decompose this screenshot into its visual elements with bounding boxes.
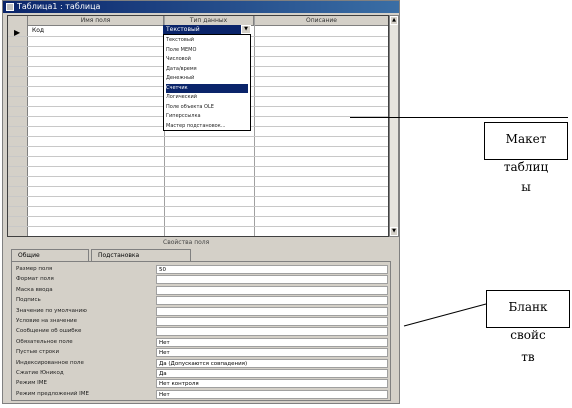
- table-row[interactable]: [8, 176, 388, 177]
- data-type-option[interactable]: Дата/время: [166, 65, 248, 74]
- props-callout-text-2: свойс: [510, 328, 546, 342]
- field-properties-label: Свойства поля: [163, 239, 210, 246]
- current-row-arrow-icon: ▶: [14, 28, 21, 37]
- grid-vertical-scrollbar[interactable]: ▲ ▼: [389, 15, 399, 237]
- column-header-description: Описание: [254, 16, 388, 26]
- layout-callout-text-3: ы: [521, 180, 531, 194]
- table-row[interactable]: [8, 226, 388, 227]
- property-value-field[interactable]: [156, 306, 388, 316]
- property-label: Сообщение об ошибке: [16, 328, 82, 335]
- property-value-field[interactable]: Нет контроля: [156, 379, 388, 389]
- property-value-field[interactable]: Да: [156, 369, 388, 378]
- property-label: Пустые строки: [16, 349, 60, 356]
- table-row[interactable]: [8, 156, 388, 157]
- property-value-field[interactable]: Нет: [156, 337, 388, 347]
- table-icon: [6, 3, 14, 11]
- props-callout-box: Бланк: [486, 290, 570, 328]
- callout-pointer-line: [350, 117, 568, 118]
- table-row[interactable]: [8, 186, 388, 187]
- scroll-up-icon[interactable]: ▲: [390, 16, 398, 25]
- chevron-down-icon[interactable]: ▼: [241, 25, 251, 34]
- property-value-field[interactable]: Нет: [156, 348, 388, 358]
- table-row[interactable]: [8, 196, 388, 197]
- property-label: Условие на значение: [16, 318, 77, 324]
- tab-lookup[interactable]: Подстановка: [91, 249, 191, 261]
- table-row[interactable]: [8, 236, 388, 237]
- property-label: Режим IME: [16, 380, 47, 387]
- property-label: Подпись: [16, 297, 41, 304]
- table-row[interactable]: [8, 136, 388, 137]
- field-name-cell[interactable]: Код: [32, 27, 44, 34]
- field-properties-panel: Размер поля 50 Формат поля Маска ввода Подпи…: [11, 261, 391, 401]
- data-type-option[interactable]: Логический: [166, 93, 248, 102]
- data-type-option[interactable]: Счетчик: [166, 83, 248, 93]
- title-bar[interactable]: Таблица1 : таблица: [3, 1, 399, 13]
- property-label: Режим предложений IME: [16, 390, 89, 397]
- property-value-field[interactable]: [156, 327, 388, 337]
- property-value-field[interactable]: [156, 285, 388, 295]
- property-label: Размер поля: [16, 266, 53, 272]
- scroll-down-icon[interactable]: ▼: [390, 227, 398, 236]
- property-value-field[interactable]: Да (Допускаются совпадения): [156, 358, 388, 368]
- property-label: Индексированное поле: [16, 359, 84, 366]
- data-type-option[interactable]: Поле MEMO: [166, 46, 248, 55]
- table-row[interactable]: [8, 216, 388, 217]
- property-value-field[interactable]: [156, 317, 388, 326]
- data-type-option[interactable]: Числовой: [166, 55, 248, 64]
- layout-callout-box: Макет: [484, 122, 568, 160]
- table-row[interactable]: [8, 166, 388, 167]
- property-label: Значение по умолчанию: [16, 307, 87, 314]
- column-header-field-name: Имя поля: [28, 16, 164, 26]
- data-type-combo[interactable]: Текстовый: [163, 25, 251, 34]
- data-type-dropdown-list[interactable]: Текстовый Поле MEMO Числовой Дата/время Дене…: [163, 34, 251, 131]
- table-row[interactable]: [8, 146, 388, 147]
- property-value-field[interactable]: [156, 275, 388, 285]
- property-value-field[interactable]: [156, 296, 388, 306]
- data-type-option[interactable]: Текстовый: [166, 36, 248, 45]
- property-label: Формат поля: [16, 276, 54, 283]
- props-pointer-line: [403, 303, 487, 327]
- table-row[interactable]: [8, 206, 388, 207]
- data-type-option[interactable]: Гиперссылка: [166, 112, 248, 121]
- props-callout-text-3: тв: [521, 350, 535, 364]
- data-type-option[interactable]: Мастер подстановок...: [166, 122, 248, 131]
- property-value-field[interactable]: Нет: [156, 389, 388, 399]
- property-label: Сжатие Юникод: [16, 370, 64, 376]
- table-designer-window: Таблица1 : таблица Имя поля Тип данных О…: [2, 0, 400, 404]
- property-label: Маска ввода: [16, 286, 53, 293]
- data-type-option[interactable]: Денежный: [166, 74, 248, 83]
- data-type-option[interactable]: Поле объекта OLE: [166, 103, 248, 112]
- window-title: Таблица1 : таблица: [17, 2, 101, 11]
- tab-general[interactable]: Общие: [11, 249, 89, 261]
- property-value-field[interactable]: 50: [156, 265, 388, 274]
- layout-callout-text-2: таблиц: [503, 160, 549, 174]
- property-label: Обязательное поле: [16, 338, 73, 345]
